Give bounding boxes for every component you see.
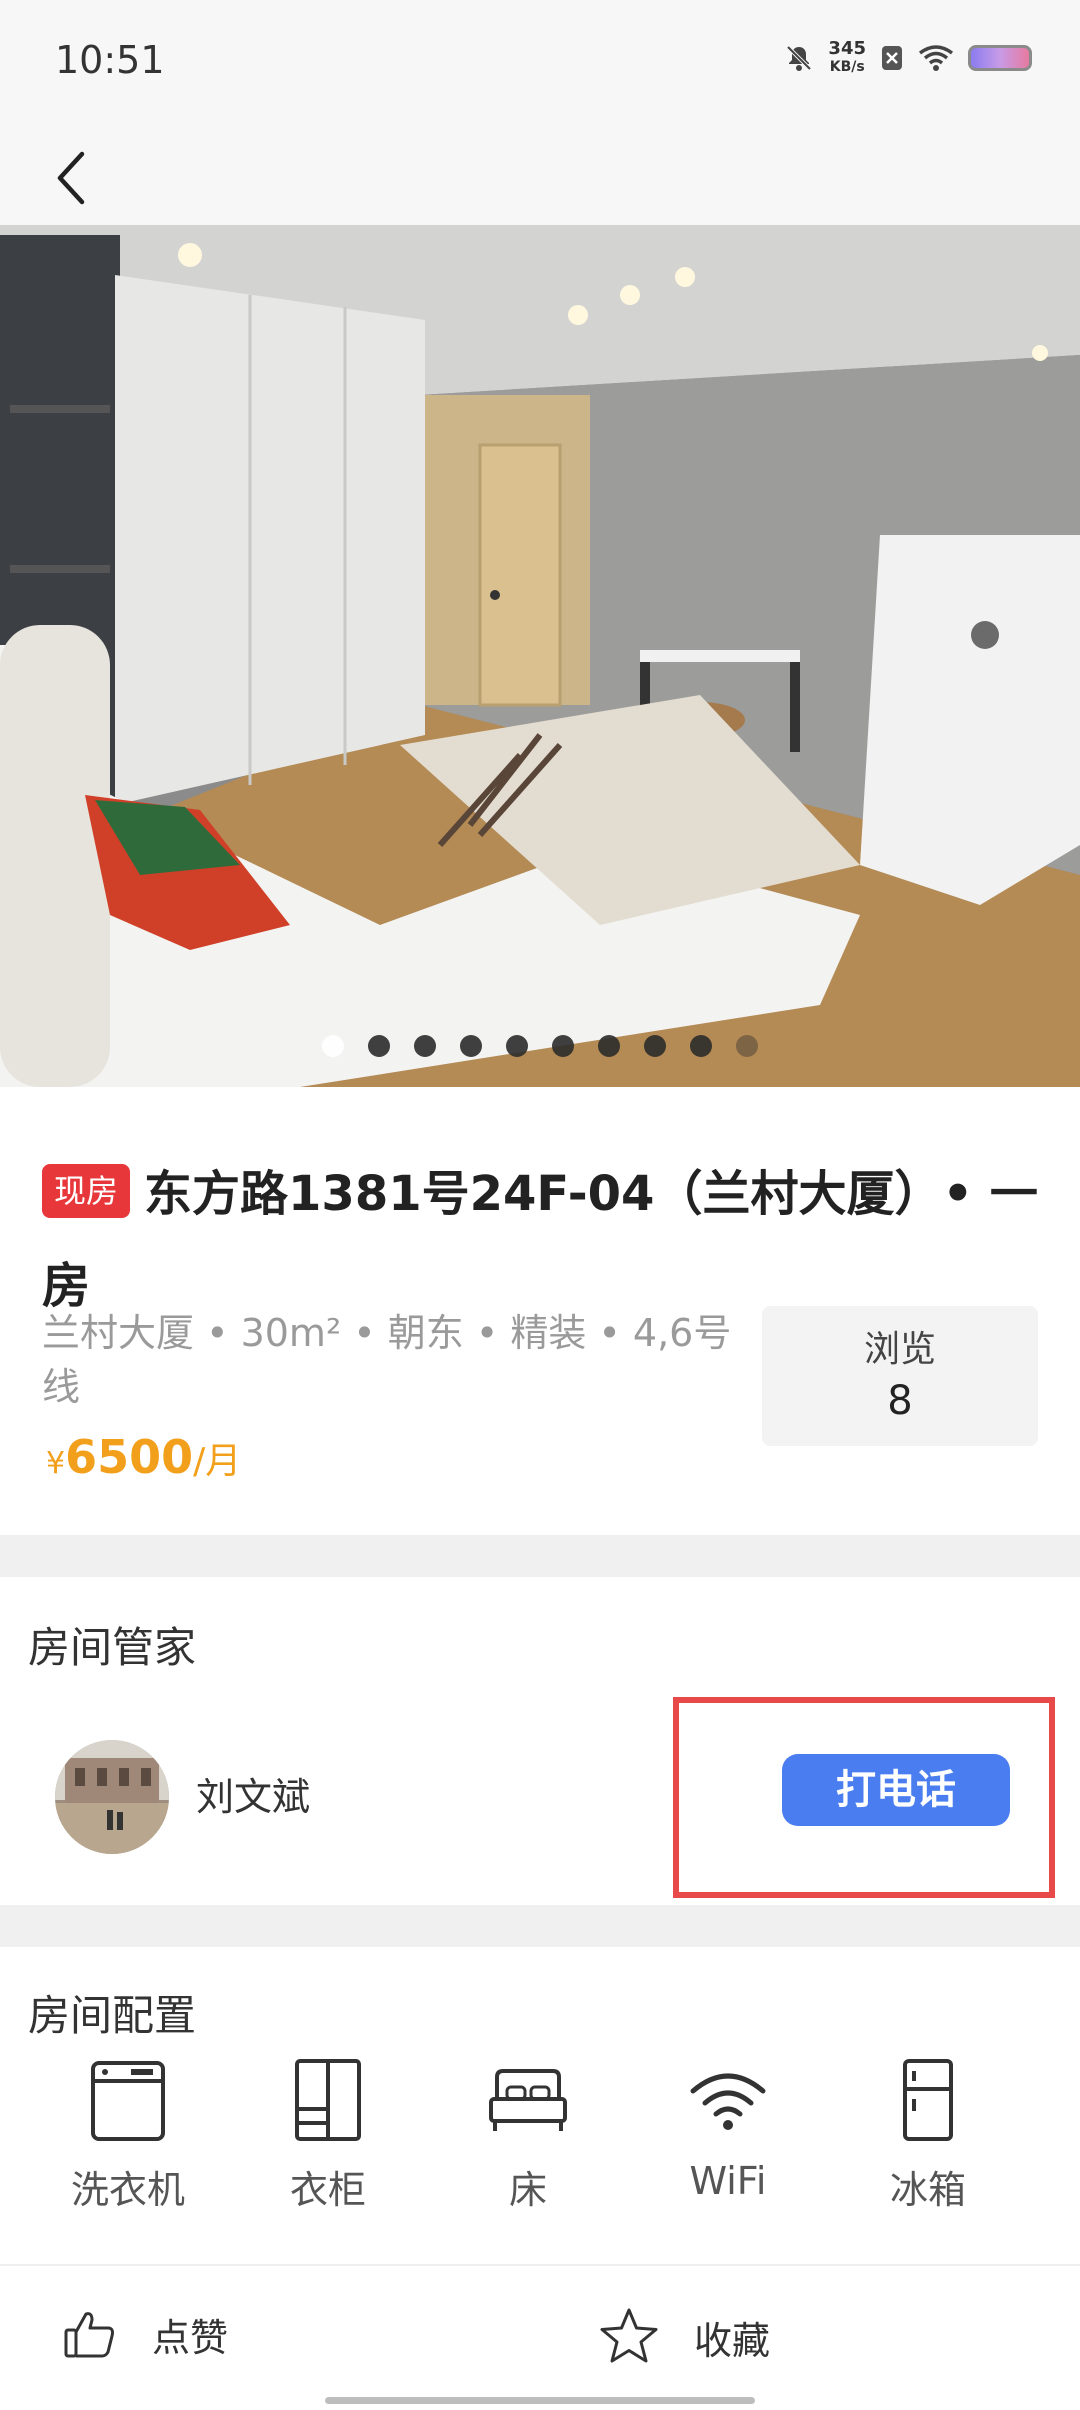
amenities-section-title: 房间配置 <box>28 1991 197 2040</box>
room-photo-illustration <box>0 225 1080 1087</box>
favorite-label: 收藏 <box>694 2318 771 2363</box>
listing-title: 东方路1381号24F-04（兰村大厦）• 一房 <box>42 1166 1038 1314</box>
amenity-item: 衣柜 <box>248 2055 408 2214</box>
wifi-icon <box>690 2073 766 2130</box>
amenity-label: 衣柜 <box>289 2168 366 2212</box>
listing-meta: 兰村大厦 • 30m² • 朝东 • 精装 • 4,6号线 <box>42 1311 732 1409</box>
thumbs-up-icon <box>64 2312 114 2358</box>
favorite-button[interactable]: 收藏 <box>598 2306 770 2368</box>
network-speed: 345 KB/s <box>828 38 866 76</box>
wifi-status-icon <box>918 45 954 71</box>
star-icon <box>600 2308 658 2363</box>
washing-machine-icon <box>91 2061 165 2141</box>
fridge-icon <box>903 2059 953 2141</box>
battery-icon <box>968 45 1032 71</box>
amenity-item: 床 <box>448 2055 608 2214</box>
like-label: 点赞 <box>152 2315 229 2360</box>
steward-name: 刘文斌 <box>196 1775 311 1819</box>
wardrobe-icon <box>295 2059 361 2141</box>
carousel-dot[interactable] <box>414 1035 436 1057</box>
steward-section-title: 房间管家 <box>28 1623 197 1672</box>
carousel-dot[interactable] <box>736 1035 758 1057</box>
amenity-item: 冰箱 <box>848 2055 1008 2214</box>
carousel-dot[interactable] <box>322 1035 344 1057</box>
amenity-item: WiFi <box>648 2055 808 2203</box>
room-photo[interactable] <box>0 225 1080 1087</box>
carousel-dot[interactable] <box>506 1035 528 1057</box>
carousel-dot[interactable] <box>552 1035 574 1057</box>
status-time: 10:51 <box>55 38 165 82</box>
header <box>0 130 1080 225</box>
price-value: 6500 <box>65 1430 194 1484</box>
carousel-dot[interactable] <box>690 1035 712 1057</box>
section-divider <box>0 1535 1080 1577</box>
views-box: 浏览 8 <box>762 1306 1038 1446</box>
mute-bell-icon <box>787 45 812 71</box>
listing-title-block: 现房 东方路1381号24F-04（兰村大厦）• 一房 <box>42 1148 1042 1332</box>
status-bar: 10:51 345 KB/s <box>0 0 1080 130</box>
status-badge: 现房 <box>42 1164 131 1218</box>
price-currency: ¥ <box>46 1446 66 1481</box>
carousel-dot[interactable] <box>460 1035 482 1057</box>
price-unit: /月 <box>193 1441 242 1482</box>
views-count: 8 <box>887 1378 913 1424</box>
call-button[interactable]: 打电话 <box>782 1754 1010 1826</box>
amenity-label: 冰箱 <box>889 2168 966 2212</box>
sim-off-icon <box>882 46 902 70</box>
chevron-left-icon <box>57 151 85 205</box>
amenity-label: 洗衣机 <box>70 2168 185 2212</box>
carousel-dot[interactable] <box>598 1035 620 1057</box>
carousel-dot[interactable] <box>368 1035 390 1057</box>
bed-icon <box>489 2069 567 2131</box>
amenity-label: WiFi <box>689 2159 767 2203</box>
home-indicator[interactable] <box>325 2397 755 2404</box>
amenity-item: 洗衣机 <box>48 2055 208 2214</box>
status-icons: 345 KB/s <box>784 40 1032 76</box>
avatar-photo <box>55 1740 169 1854</box>
views-label: 浏览 <box>863 1329 936 1370</box>
price: ¥6500/月 <box>46 1430 241 1484</box>
back-button[interactable] <box>30 138 110 218</box>
like-button[interactable]: 点赞 <box>62 2306 228 2362</box>
carousel-dot[interactable] <box>644 1035 666 1057</box>
section-divider <box>0 1905 1080 1947</box>
photo-carousel-dots <box>0 1035 1080 1057</box>
bottom-action-bar: 点赞 收藏 <box>0 2264 1080 2410</box>
amenity-label: 床 <box>508 2168 547 2212</box>
avatar[interactable] <box>55 1740 169 1854</box>
